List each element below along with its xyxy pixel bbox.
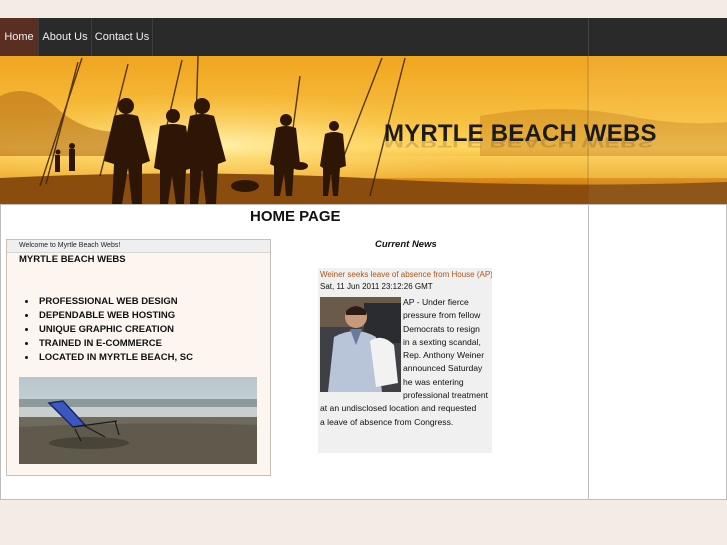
news-line: professional treatment xyxy=(403,390,489,401)
news-line: in a sexting scandal, xyxy=(403,336,481,347)
sidebar-divider xyxy=(588,204,589,500)
top-navigation: Home About Us Contact Us xyxy=(0,18,727,56)
header-banner: MYRTLE BEACH WEBS MYRTLE BEACH WEBS xyxy=(0,56,727,204)
news-line: AP - Under fierce xyxy=(403,297,469,307)
news-line: he was entering xyxy=(403,376,464,387)
news-line: pressure from fellow xyxy=(403,310,481,321)
news-date: Sat, 11 Jun 2011 23:12:26 GMT xyxy=(320,282,433,291)
page-title: HOME PAGE xyxy=(250,208,341,225)
news-line: at an undisclosed location and requested xyxy=(320,403,477,414)
news-body: AP - Under fierce pressure from fellow D… xyxy=(320,296,492,429)
beach-chair-image xyxy=(19,377,257,464)
news-line: Rep. Anthony Weiner xyxy=(403,350,485,361)
page: Home About Us Contact Us MYRTLE BEACH WE… xyxy=(0,18,727,500)
nav-divider xyxy=(588,18,589,56)
nav-home-link[interactable]: Home xyxy=(0,18,39,56)
news-line: a leave of absence from Congress. xyxy=(320,416,454,427)
news-line: announced Saturday xyxy=(403,363,483,374)
divider-line xyxy=(0,204,727,205)
news-panel: Weiner seeks leave of absence from House… xyxy=(318,268,492,453)
nav-contact-link[interactable]: Contact Us xyxy=(92,18,153,56)
list-item: TRAINED IN E-COMMERCE xyxy=(37,337,193,351)
list-item: UNIQUE GRAPHIC CREATION xyxy=(37,323,193,337)
services-list: PROFESSIONAL WEB DESIGN DEPENDABLE WEB H… xyxy=(25,295,193,365)
welcome-title: MYRTLE BEACH WEBS xyxy=(19,254,126,265)
welcome-panel: Welcome to Myrtle Beach Webs! MYRTLE BEA… xyxy=(6,239,271,476)
news-headline-link[interactable]: Weiner seeks leave of absence from House… xyxy=(320,270,492,279)
divider-line xyxy=(0,204,1,500)
list-item: DEPENDABLE WEB HOSTING xyxy=(37,309,193,323)
welcome-panel-header: Welcome to Myrtle Beach Webs! xyxy=(7,240,270,253)
divider-line xyxy=(0,499,727,500)
nav-about-link[interactable]: About Us xyxy=(39,18,92,56)
news-line: Democrats to resign xyxy=(403,323,480,334)
banner-title-reflection: MYRTLE BEACH WEBS xyxy=(384,133,654,150)
news-heading: Current News xyxy=(375,239,437,250)
list-item: LOCATED IN MYRTLE BEACH, SC xyxy=(37,351,193,365)
list-item: PROFESSIONAL WEB DESIGN xyxy=(37,295,193,309)
